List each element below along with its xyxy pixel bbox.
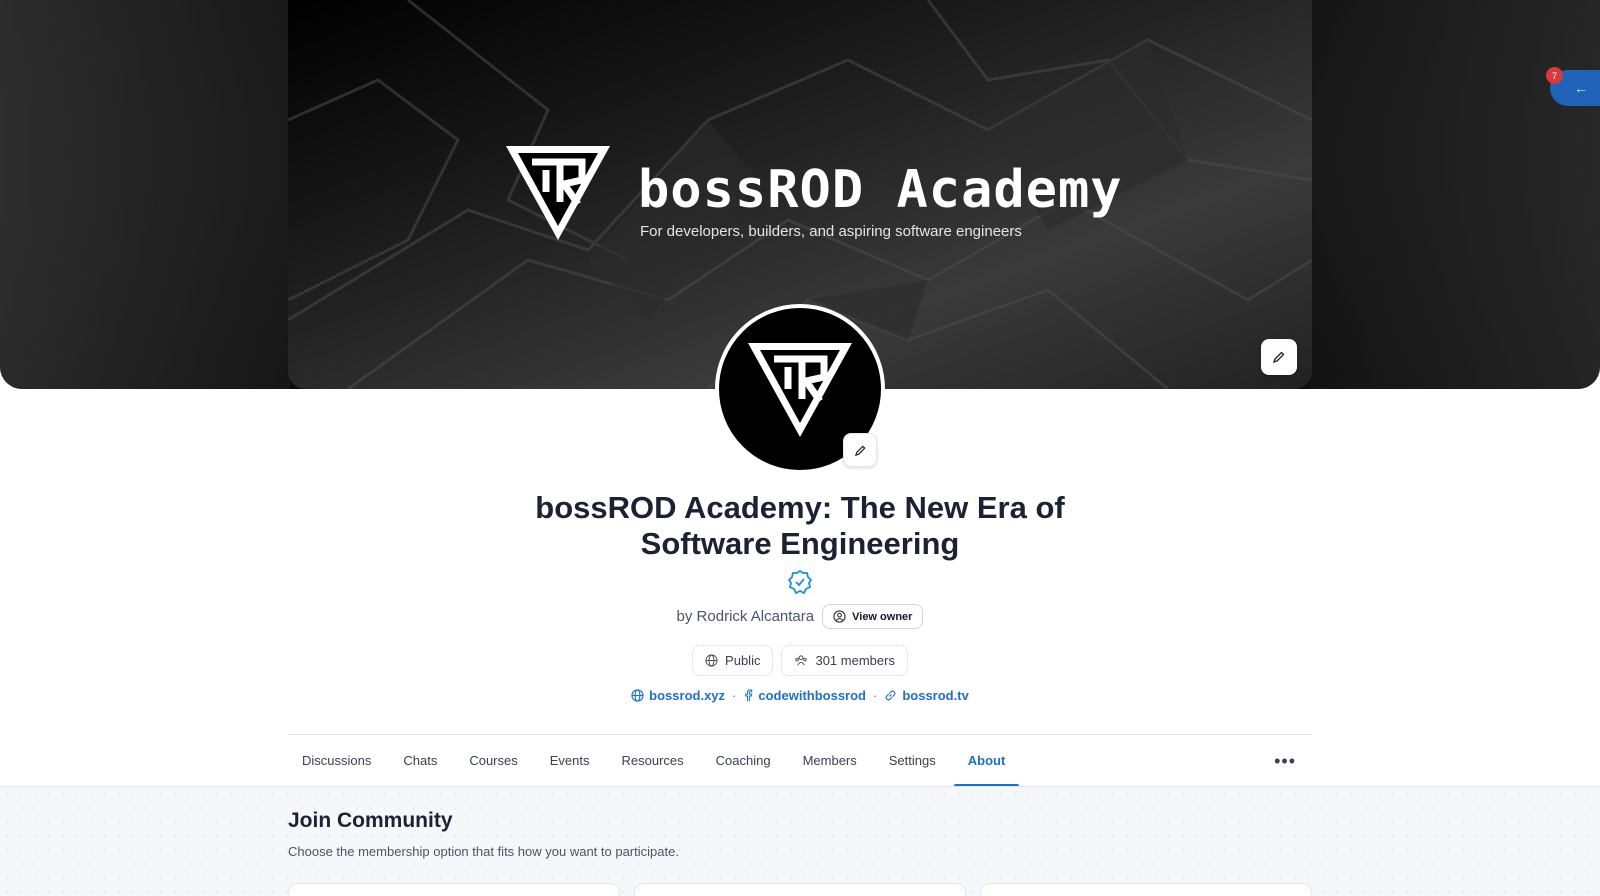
tab-courses[interactable]: Courses bbox=[469, 735, 517, 787]
globe-icon bbox=[631, 689, 644, 702]
tab-events[interactable]: Events bbox=[550, 735, 590, 787]
external-link-label: bossrod.tv bbox=[902, 688, 969, 703]
community-tabs: Discussions Chats Courses Events Resourc… bbox=[288, 734, 1312, 787]
members-icon bbox=[795, 655, 808, 666]
join-subtitle: Choose the membership option that fits h… bbox=[288, 844, 679, 859]
academy-logo-icon bbox=[506, 146, 610, 240]
banner-tagline: For developers, builders, and aspiring s… bbox=[640, 223, 1022, 240]
membership-card[interactable] bbox=[634, 883, 966, 896]
edit-avatar-button[interactable] bbox=[843, 433, 877, 467]
edit-cover-button[interactable] bbox=[1261, 339, 1297, 375]
community-links: bossrod.xyz · codewithbossrod · bossrod.… bbox=[0, 688, 1600, 703]
verified-badge-icon bbox=[787, 569, 813, 595]
community-meta: Public 301 members bbox=[0, 645, 1600, 676]
visibility-label: Public bbox=[725, 653, 761, 668]
banner-title: bossROD Academy bbox=[638, 160, 1123, 220]
tab-members[interactable]: Members bbox=[803, 735, 857, 787]
globe-icon bbox=[705, 654, 718, 667]
external-link[interactable]: bossrod.tv bbox=[884, 688, 969, 703]
join-title: Join Community bbox=[288, 809, 453, 832]
website-link[interactable]: bossrod.xyz bbox=[631, 688, 725, 703]
members-count: 301 members bbox=[815, 653, 895, 668]
facebook-icon bbox=[745, 689, 753, 702]
user-circle-icon bbox=[833, 610, 846, 623]
membership-card[interactable] bbox=[980, 883, 1312, 896]
tab-discussions[interactable]: Discussions bbox=[302, 735, 371, 787]
academy-logo-icon bbox=[748, 343, 852, 437]
community-title: bossROD Academy: The New Era of Software… bbox=[535, 490, 1065, 561]
owner-name: by Rodrick Alcantara bbox=[676, 608, 815, 625]
tab-coaching[interactable]: Coaching bbox=[716, 735, 771, 787]
arrow-left-icon: ← bbox=[1574, 80, 1588, 96]
membership-card[interactable] bbox=[288, 883, 620, 896]
tab-settings[interactable]: Settings bbox=[889, 735, 936, 787]
members-chip[interactable]: 301 members bbox=[781, 645, 908, 676]
visibility-chip: Public bbox=[692, 645, 774, 676]
notification-badge: 7 bbox=[1546, 67, 1563, 84]
pencil-icon bbox=[854, 444, 866, 456]
website-link-label: bossrod.xyz bbox=[649, 688, 726, 703]
view-owner-label: View owner bbox=[852, 610, 913, 623]
link-icon bbox=[885, 690, 896, 701]
facebook-link-label: codewithbossrod bbox=[758, 688, 866, 703]
more-options-icon[interactable]: ••• bbox=[1274, 751, 1296, 772]
tab-resources[interactable]: Resources bbox=[622, 735, 684, 787]
facebook-link[interactable]: codewithbossrod bbox=[743, 688, 866, 703]
join-community-section: Join Community Choose the membership opt… bbox=[0, 786, 1600, 896]
pencil-icon bbox=[1272, 351, 1285, 364]
view-owner-button[interactable]: View owner bbox=[822, 604, 924, 629]
community-page: bossROD Academy For developers, builders… bbox=[0, 0, 1600, 896]
owner-row: by Rodrick Alcantara View owner bbox=[0, 604, 1600, 629]
tab-chats[interactable]: Chats bbox=[403, 735, 437, 787]
tab-about[interactable]: About bbox=[953, 735, 1019, 787]
link-separator: · bbox=[873, 688, 878, 703]
link-separator: · bbox=[732, 688, 737, 703]
